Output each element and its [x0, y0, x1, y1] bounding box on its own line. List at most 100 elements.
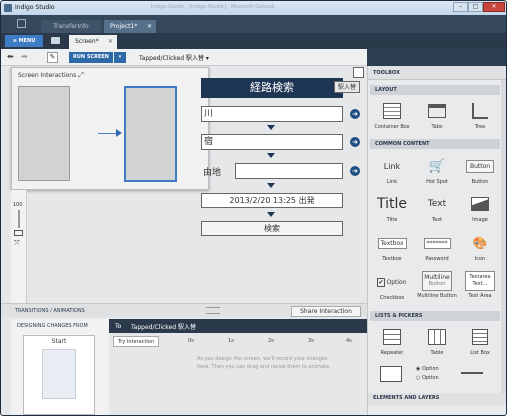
run-label: RUN SCREEN — [73, 54, 109, 60]
hint-line: here. Then you can drag and resize them … — [197, 364, 331, 370]
forward-arrow-icon[interactable]: ➡ — [21, 52, 28, 62]
target-screen-thumbnail[interactable] — [124, 86, 177, 182]
designing-from-panel: DESIGNING CHANGES FROM Start — [11, 319, 109, 415]
to-state[interactable]: Tapped/Clicked 駅入替 — [131, 322, 196, 331]
tool-label: Repeater — [380, 350, 404, 356]
via-station-field[interactable] — [235, 163, 343, 179]
toolbox-title: TOOLBOX — [373, 70, 400, 76]
tool-label: Image — [472, 217, 488, 223]
start-thumbnail — [42, 349, 76, 399]
run-screen-button[interactable]: RUN SCREEN — [69, 52, 113, 63]
to-go-icon[interactable]: ➜ — [350, 137, 360, 147]
hot-spot-icon: 🛒 — [428, 158, 446, 174]
hint-line: As you design the screen, we'll record y… — [197, 356, 328, 362]
section-common-content[interactable]: COMMON CONTENT — [370, 139, 500, 149]
transitions-header: TRANSITIONS / ANIMATIONS Share Interacti… — [1, 303, 367, 317]
close-icon[interactable]: ✕ — [147, 20, 152, 33]
state-tab-bar: To Tapped/Clicked 駅入替 — [109, 319, 367, 333]
tool-slider-partial[interactable] — [461, 372, 483, 374]
try-interaction-button[interactable]: Try Interaction — [113, 336, 159, 347]
run-dropdown-button[interactable]: ▾ — [114, 52, 126, 63]
down-arrow-icon — [267, 153, 275, 158]
start-screen-thumbnail[interactable] — [18, 86, 70, 181]
edit-pencil-icon[interactable]: ✎ — [47, 52, 58, 63]
timeline-ruler: 0s 1s 2s 3s 4s — [186, 338, 361, 346]
designing-label: DESIGNING CHANGES FROM — [17, 323, 88, 329]
tab-transferinfo[interactable]: TransferInfo — [41, 20, 101, 33]
home-icon[interactable] — [17, 19, 26, 28]
tabs-icon — [426, 100, 448, 122]
section-layout[interactable]: LAYOUT — [370, 85, 500, 95]
transitions-panel: TRANSITIONS / ANIMATIONS Share Interacti… — [1, 303, 367, 415]
tool-label: Password — [425, 256, 449, 262]
tick-label: 4s — [346, 338, 352, 344]
section-elements-layers[interactable]: ELEMENTS AND LAYERS — [368, 393, 506, 405]
from-go-icon[interactable]: ➜ — [350, 109, 360, 119]
share-label: Share Interaction — [300, 308, 352, 315]
textarea-sample: Textarea Text... — [465, 271, 495, 291]
tab-label: TransferInfo — [53, 23, 89, 30]
tool-list-box[interactable]: List Box — [458, 323, 502, 373]
menu-bar: ≡ MENU Screen* ✕ — [1, 33, 506, 49]
tab-label: Project1* — [110, 23, 138, 30]
tool-label: Tabs — [431, 124, 443, 130]
close-icon[interactable]: ✕ — [108, 35, 113, 49]
tick-label: 2s — [268, 338, 274, 344]
tool-picker-partial[interactable] — [380, 366, 402, 382]
design-canvas: Screen Interactions ⤢ 100 ⤧ 経路検索 駅入替 川 ➜ — [1, 66, 367, 303]
via-go-icon[interactable]: ➜ — [350, 166, 360, 176]
icon-sample-icon: 🎨 — [472, 236, 488, 250]
arrow-head-icon — [116, 129, 122, 137]
chevron-down-icon: ▾ — [205, 55, 209, 62]
app-logo-icon — [4, 4, 12, 12]
tool-label: Multiline Button — [417, 293, 457, 299]
folder-icon[interactable] — [51, 37, 60, 44]
toolbox-panel: TOOLBOX LAYOUT Container Box Tabs Tree C… — [367, 66, 506, 415]
via-label: 由地 — [203, 165, 221, 178]
checkbox-sample: ✔ Option — [377, 277, 407, 287]
close-button[interactable]: ✕ — [483, 2, 505, 12]
swap-stations-button[interactable]: 駅入替 — [334, 81, 360, 93]
expand-icon[interactable]: ⤢ — [76, 70, 86, 80]
tool-radio-partial[interactable]: ◉ Option ○ Option — [416, 365, 439, 383]
menu-label: ≡ MENU — [12, 38, 36, 44]
tool-label: Container Box — [374, 124, 410, 130]
screen-tab-label: Screen* — [75, 38, 99, 45]
button-sample: Button — [465, 155, 495, 177]
faded-caption: Indigo Studio - [Indigo Studio] - Micros… — [151, 4, 275, 10]
link-sample: Link — [383, 161, 401, 171]
tool-label: Link — [386, 179, 398, 185]
tool-label: Table — [430, 350, 444, 356]
start-state-card[interactable]: Start — [23, 335, 95, 415]
project-tabs-bar: TransferInfo Project1* ✕ — [1, 15, 506, 33]
screen-toolbar: ⬅ ➡ ✎ RUN SCREEN ▾ Tapped/Clicked 駅入替 ▾ — [1, 49, 367, 66]
minimize-button[interactable]: – — [453, 2, 468, 12]
datetime-field[interactable]: 2013/2/20 13:25 出発 — [201, 193, 343, 208]
drag-handle-icon[interactable] — [206, 307, 220, 314]
tab-project1[interactable]: Project1* ✕ — [104, 20, 156, 33]
back-arrow-icon[interactable]: ⬅ — [7, 52, 14, 62]
tool-label: Icon — [474, 256, 486, 262]
fit-screen-icon[interactable]: ⤧ — [14, 239, 23, 248]
section-lists-pickers[interactable]: LISTS & PICKERS — [370, 311, 500, 321]
panel-toggle-icon[interactable] — [353, 67, 364, 78]
screen-header: 経路検索 — [201, 78, 343, 98]
tool-label: Title — [386, 217, 398, 223]
tool-label: Textbox — [382, 256, 402, 262]
title-bar: Indigo Studio Indigo Studio - [Indigo St… — [1, 1, 506, 15]
state-selector[interactable]: Tapped/Clicked 駅入替 ▾ — [139, 53, 209, 62]
screen-tab[interactable]: Screen* ✕ — [69, 35, 117, 49]
zoom-fit-icon[interactable] — [14, 230, 23, 236]
share-interaction-button[interactable]: Share Interaction — [291, 306, 361, 317]
to-station-field[interactable]: 宿 — [201, 134, 343, 150]
table-icon — [426, 326, 448, 348]
screen-interactions-popup: Screen Interactions ⤢ — [11, 67, 209, 190]
menu-button[interactable]: ≡ MENU — [5, 35, 43, 47]
app-window: Indigo Studio Indigo Studio - [Indigo St… — [0, 0, 507, 416]
from-station-field[interactable]: 川 — [201, 106, 343, 122]
container-box-icon — [381, 100, 403, 122]
zoom-slider[interactable] — [18, 210, 20, 228]
via-text: 由地 — [203, 168, 222, 178]
maximize-button[interactable]: □ — [468, 2, 483, 12]
search-button[interactable]: 検索 — [201, 221, 343, 236]
